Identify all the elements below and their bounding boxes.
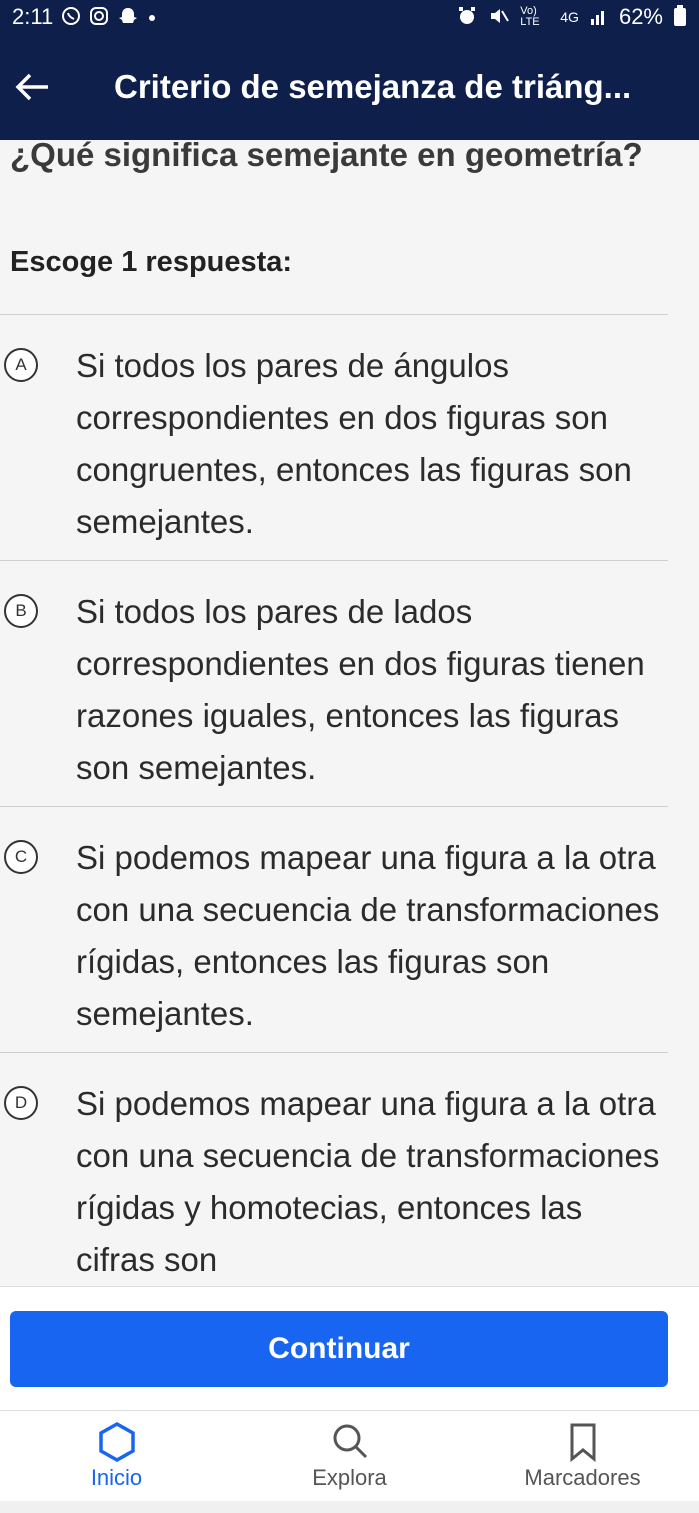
continue-button[interactable]: Continuar bbox=[10, 1311, 668, 1387]
battery-icon bbox=[673, 4, 687, 30]
whatsapp-icon bbox=[61, 6, 81, 29]
option-letter-d: D bbox=[4, 1086, 38, 1120]
option-text-a: Si todos los pares de ángulos correspond… bbox=[76, 347, 632, 540]
option-letter-c: C bbox=[4, 840, 38, 874]
divider bbox=[0, 560, 668, 561]
status-bar: 2:11 Vo) LTE 4G 62% bbox=[0, 0, 699, 34]
app-header: Criterio de semejanza de triáng... bbox=[0, 34, 699, 140]
divider bbox=[0, 806, 668, 807]
hexagon-icon bbox=[97, 1419, 137, 1465]
bottom-gap bbox=[0, 1501, 699, 1513]
search-icon bbox=[330, 1419, 370, 1465]
snapchat-icon bbox=[117, 6, 139, 29]
instagram-icon bbox=[89, 6, 109, 29]
option-text-d: Si podemos mapear una figura a la otra c… bbox=[76, 1085, 660, 1278]
option-text-c: Si podemos mapear una figura a la otra c… bbox=[76, 839, 660, 1032]
divider bbox=[0, 314, 668, 315]
action-bar: Continuar bbox=[0, 1286, 699, 1410]
tab-label-marcadores: Marcadores bbox=[524, 1465, 641, 1490]
answer-option-a[interactable]: A Si todos los pares de ángulos correspo… bbox=[0, 334, 668, 560]
notification-dot-icon bbox=[147, 8, 157, 26]
question-text: ¿Qué significa semejante en geometría? bbox=[10, 140, 643, 173]
bookmark-icon bbox=[568, 1419, 598, 1465]
volte-icon: Vo) LTE bbox=[520, 5, 540, 28]
tab-explora[interactable]: Explora bbox=[233, 1411, 466, 1501]
status-time: 2:11 bbox=[12, 4, 54, 29]
instruction-text: Escoge 1 respuesta: bbox=[10, 246, 293, 278]
battery-percent: 62% bbox=[618, 4, 663, 29]
mute-icon bbox=[488, 5, 510, 30]
tab-label-inicio: Inicio bbox=[90, 1465, 143, 1490]
answer-option-b[interactable]: B Si todos los pares de lados correspond… bbox=[0, 580, 668, 806]
option-letter-a: A bbox=[4, 348, 38, 382]
answer-option-c[interactable]: C Si podemos mapear una figura a la otra… bbox=[0, 826, 668, 1052]
exercise-content: ¿Qué significa semejante en geometría? E… bbox=[0, 140, 699, 1286]
back-button[interactable] bbox=[0, 55, 64, 119]
tab-label-explora: Explora bbox=[312, 1465, 387, 1490]
network-type: 4G bbox=[560, 9, 579, 25]
signal-icon bbox=[589, 7, 609, 28]
option-text-b: Si todos los pares de lados correspondie… bbox=[76, 593, 645, 786]
bottom-tab-bar: Inicio Explora Marcadores bbox=[0, 1410, 699, 1501]
back-arrow-icon bbox=[15, 73, 48, 101]
tab-inicio[interactable]: Inicio bbox=[0, 1411, 233, 1501]
status-left: 2:11 bbox=[12, 4, 157, 30]
answer-option-d[interactable]: D Si podemos mapear una figura a la otra… bbox=[0, 1072, 668, 1286]
divider bbox=[0, 1052, 668, 1053]
alarm-icon bbox=[456, 5, 478, 30]
status-right: Vo) LTE 4G 62% bbox=[456, 4, 687, 30]
tab-marcadores[interactable]: Marcadores bbox=[466, 1411, 699, 1501]
page-title: Criterio de semejanza de triáng... bbox=[114, 68, 632, 105]
option-letter-b: B bbox=[4, 594, 38, 628]
